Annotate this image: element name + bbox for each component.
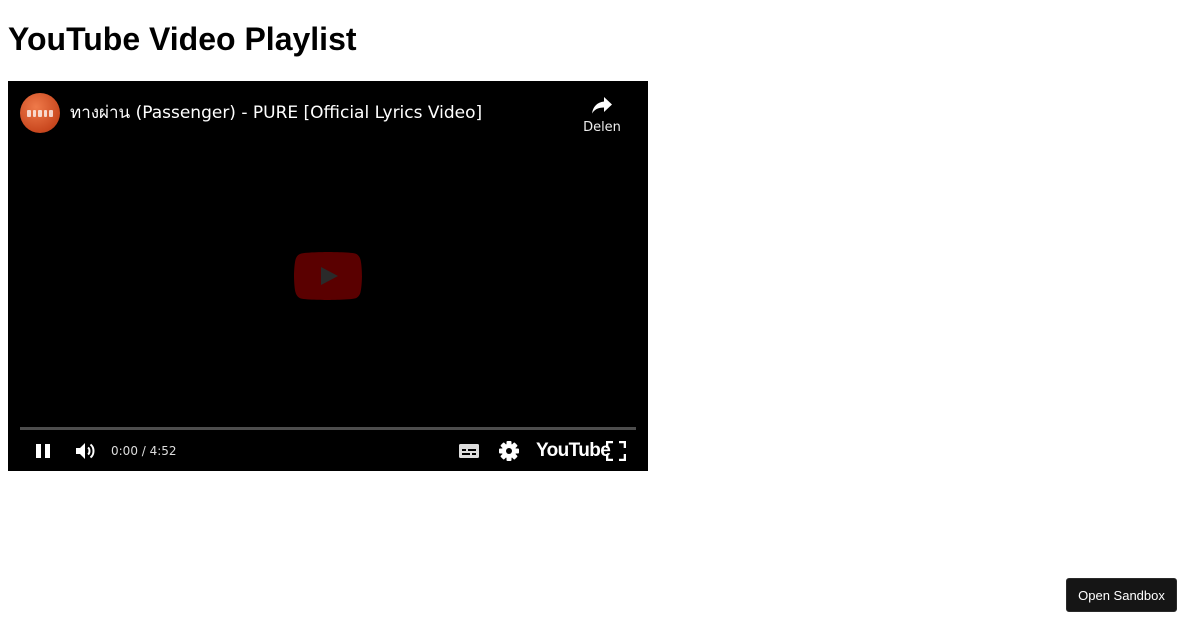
captions-button[interactable] [454,433,484,469]
pause-button[interactable] [28,433,58,469]
video-player[interactable]: ทางผ่าน (Passenger) - PURE [Official Lyr… [8,81,648,471]
video-title[interactable]: ทางผ่าน (Passenger) - PURE [Official Lyr… [70,102,482,124]
channel-avatar[interactable] [20,93,60,133]
volume-button[interactable] [70,433,100,469]
volume-icon [76,443,95,459]
fullscreen-icon [606,441,626,461]
control-bar: 0:00 / 4:52 YouTube [8,433,648,469]
time-display: 0:00 / 4:52 [111,444,177,458]
settings-button[interactable] [494,433,524,469]
page-title: YouTube Video Playlist [8,21,357,57]
large-play-button[interactable] [294,252,362,300]
play-icon [294,252,362,300]
open-sandbox-button[interactable]: Open Sandbox [1066,578,1177,612]
share-label: Delen [583,120,621,135]
channel-logo-bars [27,110,53,117]
captions-icon [459,444,479,458]
fullscreen-button[interactable] [601,433,631,469]
youtube-logo[interactable]: YouTube [536,441,611,461]
pause-icon [36,444,50,458]
progress-bar[interactable] [20,427,636,430]
share-button[interactable]: Delen [574,93,630,143]
share-arrow-icon [574,93,630,117]
gear-icon [499,441,519,461]
